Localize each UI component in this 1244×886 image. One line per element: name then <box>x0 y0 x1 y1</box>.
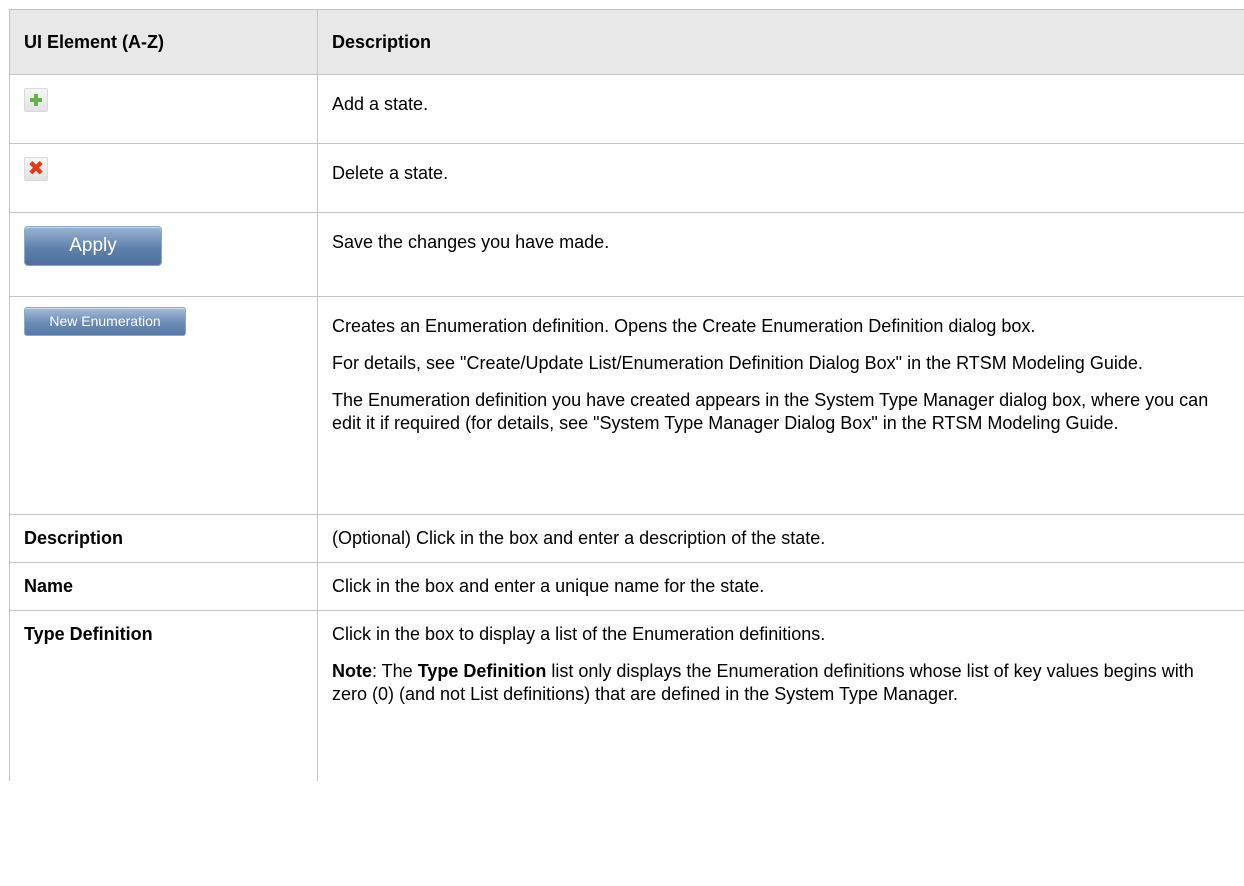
element-cell: New Enumeration <box>9 296 318 515</box>
table-row: Apply Save the changes you have made. <box>9 212 1244 297</box>
description-cell: (Optional) Click in the box and enter a … <box>317 514 1244 563</box>
description-text: (Optional) Click in the box and enter a … <box>332 528 826 548</box>
description-cell: Save the changes you have made. <box>317 212 1244 297</box>
description-text: The Enumeration definition you have crea… <box>332 390 1209 433</box>
description-cell: Creates an Enumeration definition. Opens… <box>317 296 1244 515</box>
element-cell: ✖ <box>9 143 318 213</box>
description-text: Click in the box and enter a unique name… <box>332 576 765 596</box>
description-cell: Click in the box to display a list of th… <box>317 610 1244 781</box>
note-separator: : The <box>372 661 418 681</box>
note-label: Note <box>332 661 372 681</box>
element-cell: Apply <box>9 212 318 297</box>
description-text: Save the changes you have made. <box>332 232 610 252</box>
description-text: Click in the box to display a list of th… <box>332 624 826 644</box>
column-header-ui-element: UI Element (A-Z) <box>9 9 318 75</box>
add-icon[interactable] <box>24 88 48 112</box>
description-cell: Delete a state. <box>317 143 1244 213</box>
note-paragraph: Note: The Type Definition list only disp… <box>332 660 1224 706</box>
description-cell: Click in the box and enter a unique name… <box>317 562 1244 611</box>
new-enumeration-button[interactable]: New Enumeration <box>24 307 186 336</box>
table-row: Name Click in the box and enter a unique… <box>9 562 1244 611</box>
element-name: Type Definition <box>24 624 153 644</box>
element-name: Name <box>24 576 74 596</box>
delete-icon[interactable]: ✖ <box>24 157 48 181</box>
column-header-description: Description <box>317 9 1244 75</box>
table-row: Description (Optional) Click in the box … <box>9 514 1244 563</box>
apply-button[interactable]: Apply <box>24 226 162 266</box>
element-name: Description <box>24 528 124 548</box>
description-text: Add a state. <box>332 94 429 114</box>
table-row: New Enumeration Creates an Enumeration d… <box>9 296 1244 515</box>
description-cell: Add a state. <box>317 74 1244 144</box>
table-header-row: UI Element (A-Z) Description <box>9 9 1244 75</box>
description-text: For details, see "Create/Update List/Enu… <box>332 353 1143 373</box>
table-row: ✖ Delete a state. <box>9 143 1244 213</box>
element-cell: Description <box>9 514 318 563</box>
table-row: Type Definition Click in the box to disp… <box>9 610 1244 781</box>
element-cell: Name <box>9 562 318 611</box>
element-cell: Type Definition <box>9 610 318 781</box>
note-term: Type Definition <box>417 661 547 681</box>
ui-elements-table: UI Element (A-Z) Description Add a state… <box>9 9 1244 781</box>
table-row: Add a state. <box>9 74 1244 144</box>
description-text: Creates an Enumeration definition. Opens… <box>332 316 1036 336</box>
element-cell <box>9 74 318 144</box>
description-text: Delete a state. <box>332 163 449 183</box>
